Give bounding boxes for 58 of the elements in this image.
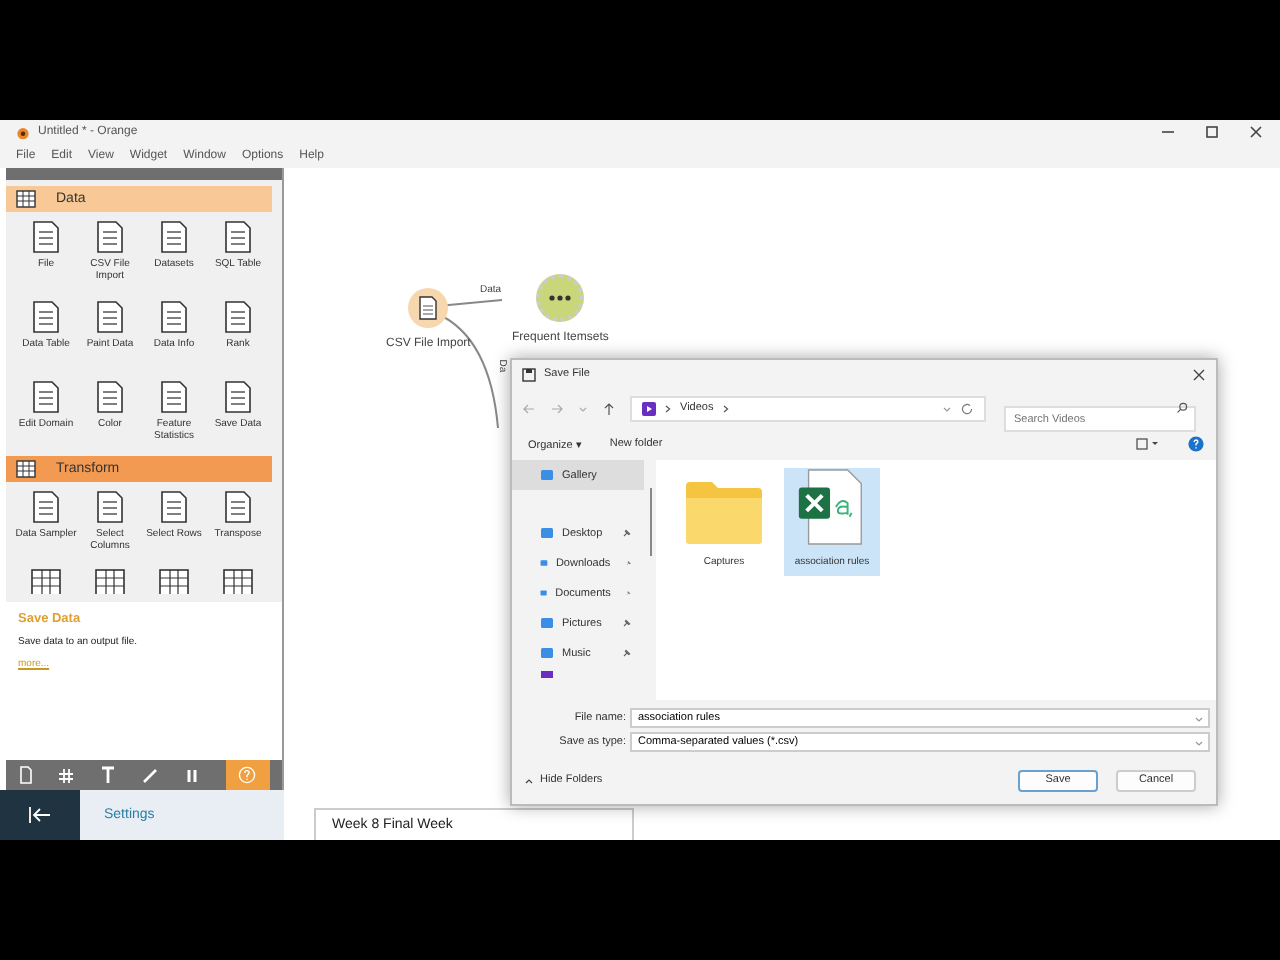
- dots-icon: [548, 294, 573, 302]
- folder-icon: [540, 556, 548, 570]
- table-icon: [16, 190, 36, 208]
- document-icon: [222, 490, 254, 524]
- document-icon[interactable]: [18, 766, 35, 784]
- video-folder-icon: [642, 401, 656, 415]
- folder-icon: [540, 526, 554, 540]
- up-icon[interactable]: [602, 401, 616, 415]
- folder-icon: [540, 616, 554, 630]
- spreadsheet-file-icon: [796, 468, 868, 546]
- maximize-icon[interactable]: [1204, 124, 1220, 140]
- document-icon: [94, 220, 126, 254]
- collapse-icon[interactable]: [28, 806, 52, 824]
- folder-icon: [540, 586, 548, 600]
- chevron-down-icon[interactable]: [1194, 737, 1204, 747]
- refresh-icon[interactable]: [960, 401, 974, 415]
- help-button[interactable]: [225, 760, 270, 790]
- grid-icon[interactable]: [58, 767, 75, 783]
- pen-icon[interactable]: [142, 766, 161, 784]
- floppy-icon: [522, 367, 536, 381]
- document-icon: [222, 220, 254, 254]
- document-icon: [222, 300, 254, 334]
- widget-icon[interactable]: [30, 568, 62, 594]
- help-icon[interactable]: [1188, 436, 1204, 452]
- folder-icon: [540, 468, 554, 482]
- text-icon[interactable]: [99, 766, 118, 784]
- app-logo-icon: [16, 125, 30, 139]
- document-icon: [94, 490, 126, 524]
- document-icon: [158, 490, 190, 524]
- close-icon[interactable]: [1192, 367, 1206, 381]
- search-icon[interactable]: [1176, 402, 1188, 414]
- close-icon[interactable]: [1248, 124, 1264, 140]
- document-icon: [30, 380, 62, 414]
- document-icon: [30, 300, 62, 334]
- pause-icon[interactable]: [184, 767, 201, 783]
- document-icon: [30, 490, 62, 524]
- help-icon: [238, 766, 257, 784]
- widget-icon[interactable]: [94, 568, 126, 594]
- widget-node[interactable]: [408, 288, 449, 328]
- table-icon: [16, 460, 36, 478]
- document-icon: [418, 296, 439, 320]
- document-icon: [94, 300, 126, 334]
- document-icon: [222, 380, 254, 414]
- chevron-right-icon: [664, 403, 672, 413]
- view-icon[interactable]: [1136, 438, 1160, 450]
- document-icon: [94, 380, 126, 414]
- folder-icon: [684, 478, 764, 546]
- widget-icon[interactable]: [222, 568, 254, 594]
- document-icon: [158, 220, 190, 254]
- document-icon: [158, 380, 190, 414]
- chevron-up-icon[interactable]: [524, 775, 534, 785]
- chevron-down-icon[interactable]: [1194, 713, 1204, 723]
- chevron-right-icon: [721, 403, 730, 413]
- document-icon: [30, 220, 62, 254]
- widget-node[interactable]: [536, 274, 585, 322]
- document-icon: [158, 300, 190, 334]
- widget-icon[interactable]: [158, 568, 190, 594]
- chevron-down-icon[interactable]: [942, 403, 952, 413]
